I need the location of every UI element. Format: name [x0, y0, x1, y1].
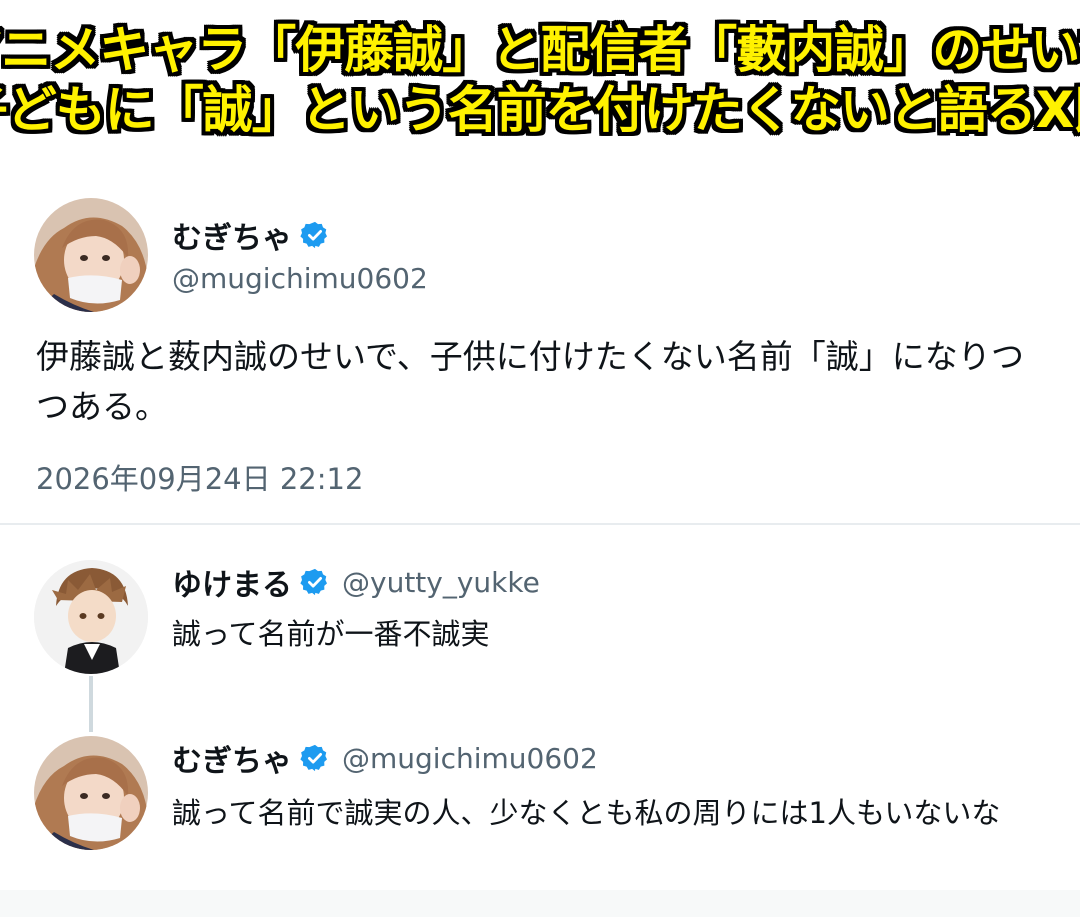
avatar-mugichimu-reply[interactable]: [34, 736, 148, 850]
avatar-mugichimu[interactable]: [34, 198, 148, 312]
main-tweet-display-name[interactable]: むぎちゃ: [172, 213, 292, 257]
reply-1-handle[interactable]: @yutty_yukke: [342, 566, 540, 599]
reply-1-text: 誠って名前が一番不誠実: [172, 617, 490, 651]
avatar-yutty-yukke[interactable]: [34, 560, 148, 674]
verified-badge-icon: [300, 567, 330, 597]
reply-2-name-row: むぎちゃ @mugichimu0602: [172, 736, 598, 780]
reply-2-display-name[interactable]: むぎちゃ: [172, 736, 292, 780]
main-tweet-handle[interactable]: @mugichimu0602: [172, 262, 428, 295]
headline-line-1: アニメキャラ「伊藤誠」と配信者「藪内誠」のせいで: [0, 21, 1080, 79]
main-tweet-timestamp[interactable]: 2026年09月24日 22:12: [36, 456, 363, 498]
main-tweet-name-row: むぎちゃ: [172, 213, 330, 257]
thread-connector-line: [89, 676, 93, 732]
reply-1-name-row: ゆけまる @yutty_yukke: [172, 560, 540, 604]
reply-2-handle[interactable]: @mugichimu0602: [342, 742, 598, 775]
reply-2-text: 誠って名前で誠実の人、少なくとも私の周りには1人もいないな: [172, 796, 1001, 830]
headline-line-2: 子どもに「誠」という名前を付けたくないと語るX民: [0, 81, 1080, 139]
headline-banner: アニメキャラ「伊藤誠」と配信者「藪内誠」のせいで 子どもに「誠」という名前を付け…: [0, 0, 1080, 160]
tweet-divider: [0, 523, 1080, 525]
reply-1-display-name[interactable]: ゆけまる: [172, 560, 292, 604]
verified-badge-icon: [300, 220, 330, 250]
verified-badge-icon: [300, 743, 330, 773]
bottom-strip: [0, 890, 1080, 917]
main-tweet-text: 伊藤誠と薮内誠のせいで、子供に付けたくない名前「誠」になりつつある。: [36, 337, 1025, 426]
